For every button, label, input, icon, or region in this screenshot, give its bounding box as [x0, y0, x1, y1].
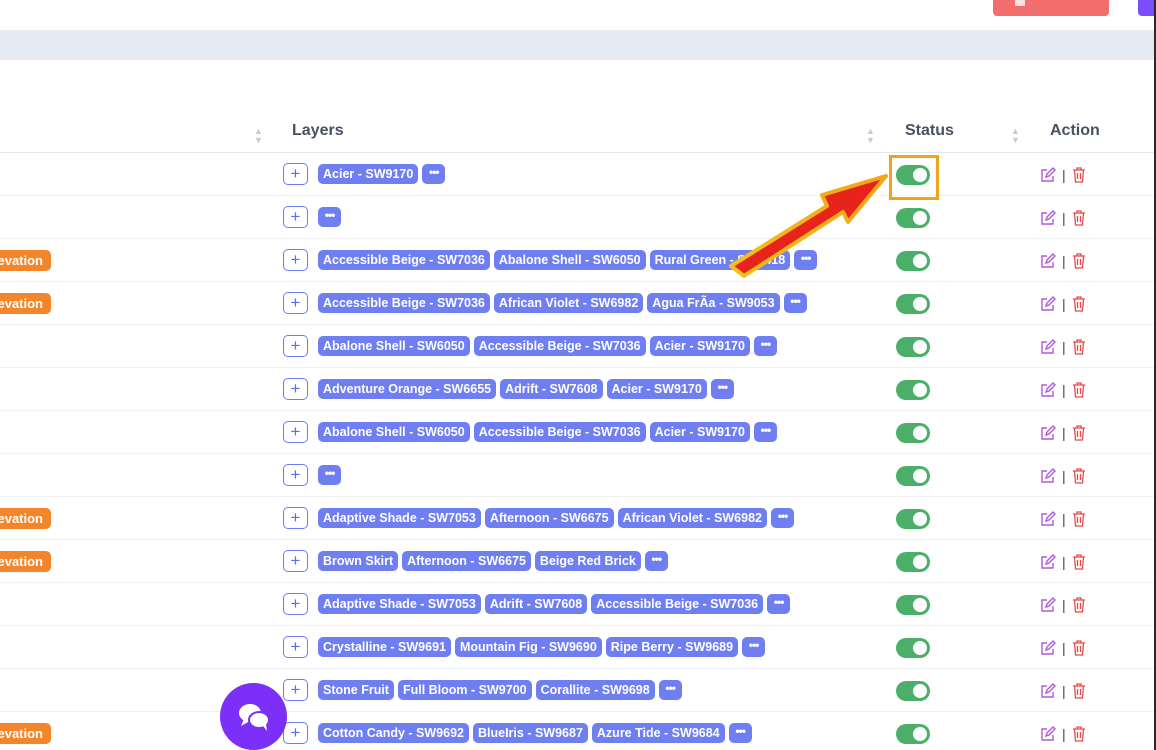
chat-button[interactable] — [220, 683, 287, 750]
chat-icon — [239, 704, 270, 731]
annotation-arrow — [729, 174, 888, 278]
